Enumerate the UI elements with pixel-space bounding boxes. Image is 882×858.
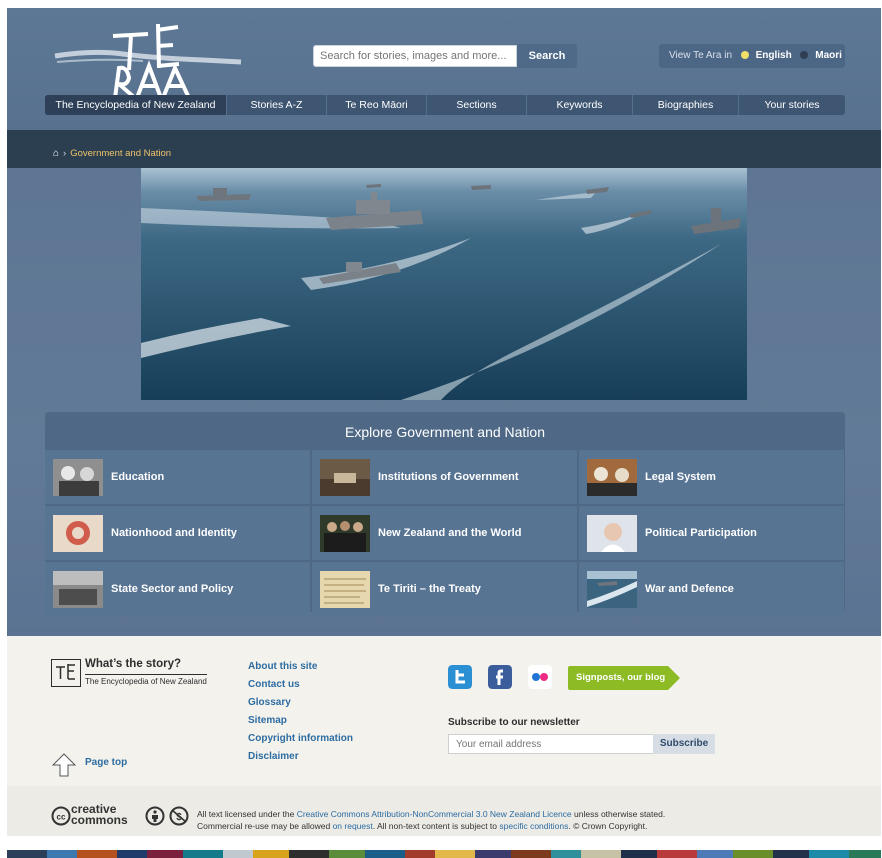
topic-tile-state-sector-and-policy[interactable]: State Sector and Policy	[45, 562, 310, 616]
email-field[interactable]	[448, 734, 654, 754]
signposts-label: Signposts, our blog	[576, 672, 666, 683]
state-sector-thumbnail	[53, 571, 103, 608]
search-button[interactable]: Search	[517, 44, 577, 68]
sitemap-link[interactable]: Sitemap	[248, 715, 353, 726]
radio-selected-icon[interactable]	[740, 51, 749, 59]
licence-link[interactable]: Creative Commons Attribution-NonCommerci…	[297, 809, 572, 819]
licence-text-part: Commercial re-use may be allowed	[197, 821, 333, 831]
nationhood-thumbnail	[53, 515, 103, 552]
explore-title: Explore Government and Nation	[345, 424, 545, 440]
decorative-color-stripe	[7, 850, 881, 858]
newsletter-label: Subscribe to our newsletter	[448, 717, 580, 728]
topic-label: Legal System	[645, 471, 716, 483]
topic-label: Te Tiriti – the Treaty	[378, 583, 481, 595]
about-link[interactable]: About this site	[248, 661, 353, 672]
language-label: View Te Ara in	[669, 50, 733, 61]
licence-text-part: unless otherwise stated.	[571, 809, 666, 819]
page: Search View Te Ara in English Maori The …	[7, 8, 881, 858]
svg-text:cc: cc	[57, 813, 66, 822]
language-switcher: View Te Ara in English Maori	[659, 44, 845, 68]
education-thumbnail	[53, 459, 103, 496]
explore-panel: Explore Government and Nation Education …	[45, 412, 845, 616]
radio-unselected-icon[interactable]	[800, 51, 809, 59]
footer-logo-subtitle: The Encyclopedia of New Zealand	[85, 674, 207, 686]
topic-label: Political Participation	[645, 527, 757, 539]
topic-label: Institutions of Government	[378, 471, 519, 483]
subscribe-button[interactable]: Subscribe	[653, 734, 715, 754]
flickr-icon[interactable]	[528, 665, 552, 689]
topic-label: Education	[111, 471, 165, 483]
site-header: Search View Te Ara in English Maori The …	[7, 8, 881, 130]
facebook-icon[interactable]	[488, 665, 512, 689]
chevron-right-icon: ›	[63, 148, 67, 159]
licence-text: All text licensed under the Creative Com…	[197, 808, 817, 832]
topic-tile-te-tiriti-the-treaty[interactable]: Te Tiriti – the Treaty	[312, 562, 577, 616]
nav-home[interactable]: The Encyclopedia of New Zealand	[45, 95, 227, 115]
licence-text-part: All text licensed under the	[197, 809, 297, 819]
institutions-thumbnail	[320, 459, 370, 496]
war-defence-thumbnail	[587, 571, 637, 608]
search-input[interactable]	[313, 45, 517, 67]
te-ara-logo[interactable]	[53, 20, 243, 100]
topic-tile-institutions-of-government[interactable]: Institutions of Government	[312, 450, 577, 504]
lang-english-option[interactable]: English	[756, 50, 792, 61]
nav-keywords[interactable]: Keywords	[527, 95, 633, 115]
disclaimer-link[interactable]: Disclaimer	[248, 751, 353, 762]
lang-maori-option[interactable]: Maori	[815, 50, 842, 61]
topic-tile-new-zealand-and-the-world[interactable]: New Zealand and the World	[312, 506, 577, 560]
topic-label: War and Defence	[645, 583, 734, 595]
nav-biographies[interactable]: Biographies	[633, 95, 739, 115]
topic-label: Nationhood and Identity	[111, 527, 237, 539]
twitter-icon[interactable]	[448, 665, 472, 689]
footer-links: About this site Contact us Glossary Site…	[248, 661, 353, 769]
treaty-thumbnail	[320, 571, 370, 608]
political-participation-thumbnail	[587, 515, 637, 552]
attribution-icon	[145, 806, 165, 826]
footer-logo-title: What’s the story?	[85, 658, 182, 670]
topic-tile-nationhood-and-identity[interactable]: Nationhood and Identity	[45, 506, 310, 560]
legal-system-thumbnail	[587, 459, 637, 496]
topic-label: New Zealand and the World	[378, 527, 522, 539]
on-request-link[interactable]: on request	[333, 821, 373, 831]
breadcrumb-current: Government and Nation	[70, 148, 172, 159]
page-top-link[interactable]: Page top	[85, 757, 127, 768]
cc-icon: cc	[51, 806, 71, 826]
breadcrumb: ⌂ › Government and Nation	[53, 148, 171, 159]
licence-text-part: . © Crown Copyright.	[568, 821, 648, 831]
glossary-link[interactable]: Glossary	[248, 697, 353, 708]
topic-tile-legal-system[interactable]: Legal System	[579, 450, 844, 504]
copyright-link[interactable]: Copyright information	[248, 733, 353, 744]
cc-text: creative commons	[71, 802, 128, 827]
main-nav: The Encyclopedia of New Zealand Stories …	[45, 95, 845, 115]
contact-link[interactable]: Contact us	[248, 679, 353, 690]
topic-label: State Sector and Policy	[111, 583, 234, 595]
noncommercial-icon: $	[169, 806, 189, 826]
topic-tile-war-and-defence[interactable]: War and Defence	[579, 562, 844, 616]
nav-te-reo-maori[interactable]: Te Reo Māori	[327, 95, 427, 115]
nav-sections[interactable]: Sections	[427, 95, 527, 115]
topic-tile-education[interactable]: Education	[45, 450, 310, 504]
home-icon[interactable]: ⌂	[53, 148, 59, 159]
hero-image	[141, 168, 747, 400]
topic-tile-political-participation[interactable]: Political Participation	[579, 506, 844, 560]
licence-text-part: . All non-text content is subject to	[372, 821, 500, 831]
nav-your-stories[interactable]: Your stories	[739, 95, 845, 115]
specific-conditions-link[interactable]: specific conditions	[499, 821, 568, 831]
nav-stories-az[interactable]: Stories A-Z	[227, 95, 327, 115]
arrow-up-icon[interactable]	[51, 752, 77, 778]
te-ara-footer-logo-icon[interactable]	[51, 659, 81, 687]
nz-world-thumbnail	[320, 515, 370, 552]
